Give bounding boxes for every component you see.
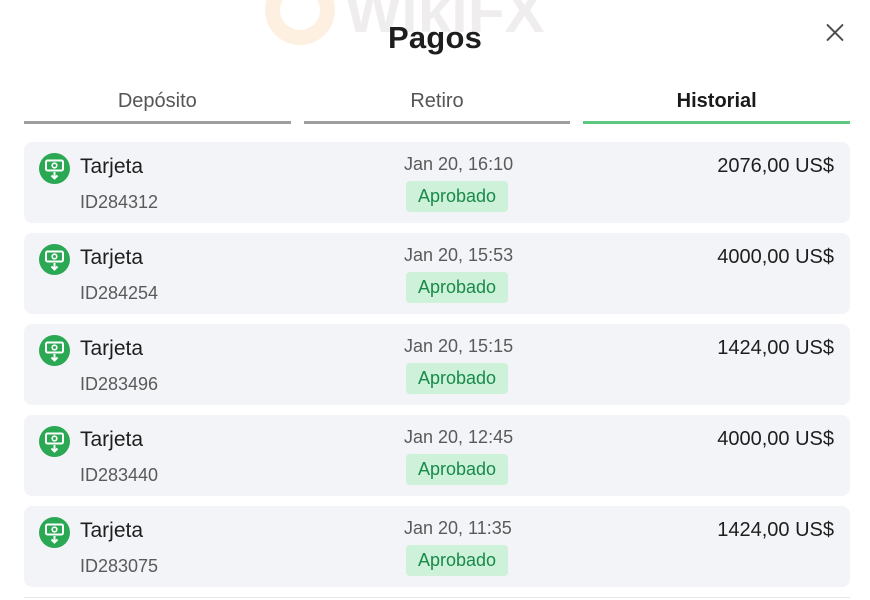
transaction-id: ID283440: [80, 465, 159, 485]
card-deposit-icon: [39, 517, 70, 548]
transaction-amount: 4000,00 US$: [717, 246, 834, 268]
transaction-date: Jan 20, 15:15: [404, 336, 514, 356]
tab-withdrawal[interactable]: Retiro: [303, 90, 571, 124]
transaction-row[interactable]: Tarjeta ID283440 Jan 20, 12:45 Aprobado …: [24, 415, 850, 496]
payments-modal: WikiFX WikiFX Pagos Depósito Retiro Hist…: [0, 0, 870, 600]
status-badge: Aprobado: [406, 272, 508, 303]
transaction-date: Jan 20, 11:35: [404, 518, 512, 538]
transaction-row[interactable]: Tarjeta ID284312 Jan 20, 16:10 Aprobado …: [24, 142, 850, 223]
transaction-date: Jan 20, 16:10: [404, 154, 514, 174]
transaction-row[interactable]: Tarjeta ID284254 Jan 20, 15:53 Aprobado …: [24, 233, 850, 314]
transaction-list: Tarjeta ID284312 Jan 20, 16:10 Aprobado …: [24, 142, 850, 597]
transaction-date: Jan 20, 12:45: [404, 427, 514, 447]
close-icon[interactable]: [823, 20, 847, 44]
transaction-amount: 2076,00 US$: [717, 155, 834, 177]
status-badge: Aprobado: [406, 363, 508, 394]
status-badge: Aprobado: [406, 454, 508, 485]
transaction-row[interactable]: Tarjeta ID283075 Jan 20, 11:35 Aprobado …: [24, 506, 850, 587]
payment-method: Tarjeta: [80, 337, 144, 360]
payment-method: Tarjeta: [80, 155, 144, 178]
transaction-id: ID283075: [80, 556, 159, 576]
transaction-date: Jan 20, 15:53: [404, 245, 514, 265]
transaction-amount: 1424,00 US$: [717, 519, 834, 541]
card-deposit-icon: [39, 153, 70, 184]
transaction-id: ID284312: [80, 192, 159, 212]
card-deposit-icon: [39, 426, 70, 457]
payment-method: Tarjeta: [80, 519, 144, 542]
payment-method: Tarjeta: [80, 246, 144, 269]
transaction-id: ID283496: [80, 374, 159, 394]
transaction-amount: 4000,00 US$: [717, 428, 834, 450]
status-badge: Aprobado: [406, 181, 508, 212]
page-title: Pagos: [387, 20, 483, 55]
tab-deposit[interactable]: Depósito: [24, 90, 291, 124]
transaction-row[interactable]: Tarjeta ID283496 Jan 20, 15:15 Aprobado …: [24, 324, 850, 405]
payment-method: Tarjeta: [80, 428, 144, 451]
card-deposit-icon: [39, 244, 70, 275]
tab-bar: Depósito Retiro Historial: [24, 90, 851, 124]
transaction-id: ID284254: [80, 283, 159, 303]
transaction-amount: 1424,00 US$: [717, 337, 834, 359]
tab-history[interactable]: Historial: [583, 90, 851, 124]
status-badge: Aprobado: [406, 545, 508, 576]
list-divider: [24, 597, 850, 598]
card-deposit-icon: [39, 335, 70, 366]
